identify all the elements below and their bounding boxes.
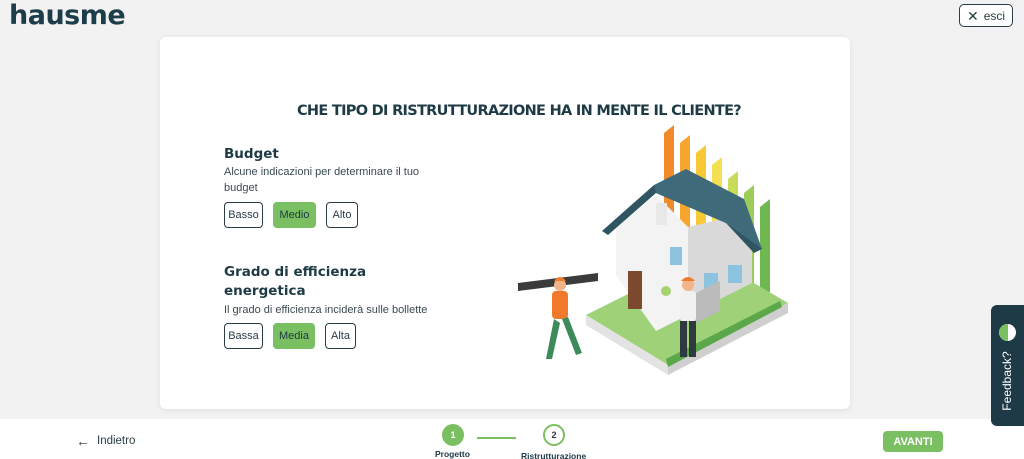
back-label: Indietro [97,435,136,447]
budget-title: Budget [224,146,279,162]
hausme-logo[interactable]: hausme [9,0,126,31]
efficiency-option-alta[interactable]: Alta [325,323,356,349]
question-card: CHE TIPO DI RISTRUTTURAZIONE HA IN MENTE… [160,37,850,409]
budget-options: Basso Medio Alto [224,202,358,228]
efficiency-options: Bassa Media Alta [224,323,356,349]
step-connector [477,437,516,439]
feedback-icon [999,324,1016,341]
step-2-label: Ristrutturazione [521,451,587,459]
budget-option-alto[interactable]: Alto [326,202,358,228]
efficiency-description: Il grado di efficienza inciderà sulle bo… [224,304,428,316]
budget-option-medio[interactable]: Medio [273,202,316,228]
exit-label: esci [983,8,1006,23]
budget-description: Alcune indicazioni per determinare il tu… [224,166,420,194]
step-1-circle: 1 [442,424,464,446]
step-2-circle: 2 [543,424,565,446]
house-renovation-illustration [518,125,788,375]
feedback-tab[interactable]: Feedback? [991,305,1024,426]
feedback-label: Feedback? [1000,351,1014,411]
close-icon: ✕ [966,7,979,24]
back-button[interactable]: ← Indietro [76,433,135,449]
next-button[interactable]: AVANTI [883,431,943,452]
arrow-left-icon: ← [76,433,90,449]
bottom-bar [0,419,1024,459]
efficiency-option-bassa[interactable]: Bassa [224,323,263,349]
exit-button[interactable]: ✕ esci [959,4,1013,27]
efficiency-option-media[interactable]: Media [273,323,315,349]
step-1-label: Progetto [435,449,470,459]
question-title: CHE TIPO DI RISTRUTTURAZIONE HA IN MENTE… [296,103,742,119]
efficiency-title: Grado di efficienza energetica [224,264,367,299]
budget-option-basso[interactable]: Basso [224,202,263,228]
top-bar: hausme ✕ esci [0,0,1024,36]
